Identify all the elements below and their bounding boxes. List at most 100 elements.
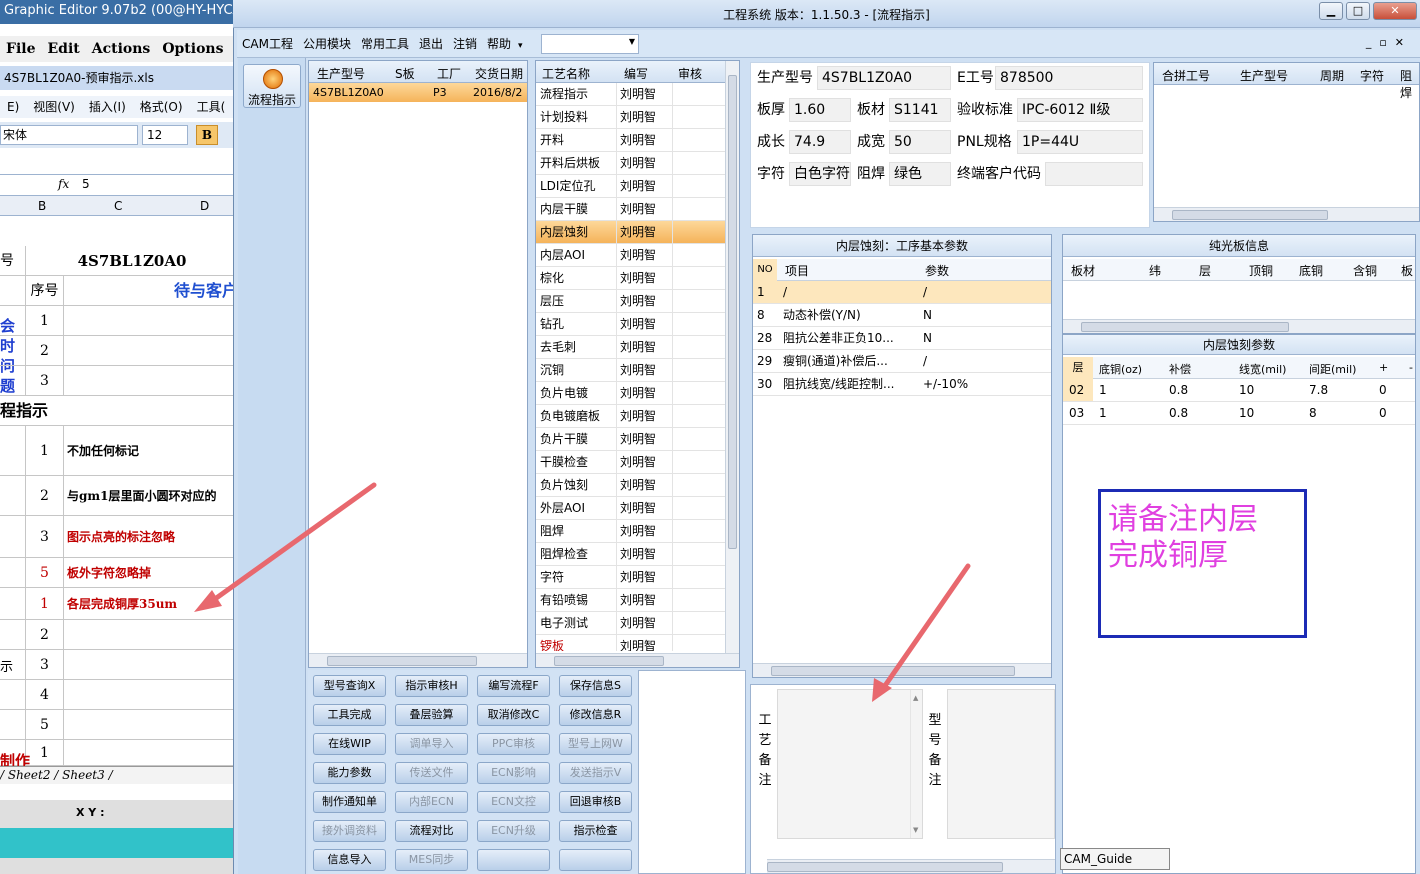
list-item[interactable]: 开料后烘板 刘明智: [536, 152, 725, 175]
field-thickness[interactable]: 1.60: [789, 98, 851, 122]
xl-menu-view[interactable]: 视图(V): [26, 96, 82, 118]
col-factory[interactable]: 工厂: [437, 65, 461, 82]
action-button[interactable]: [477, 849, 550, 871]
action-button[interactable]: ECN升级: [477, 820, 550, 842]
content-cell[interactable]: [64, 620, 238, 649]
action-button[interactable]: 内部ECN: [395, 791, 468, 813]
list-item[interactable]: 干膜检查 刘明智: [536, 451, 725, 474]
list-item[interactable]: 负片电镀 刘明智: [536, 382, 725, 405]
mdi-controls[interactable]: _▫✕: [1366, 36, 1412, 49]
content-cell[interactable]: [64, 710, 238, 739]
col-b-header[interactable]: B: [38, 199, 46, 213]
nav-process-button[interactable]: 流程指示: [243, 64, 301, 108]
xl-menu-tools[interactable]: 工具(: [190, 96, 233, 118]
xl-menu-format[interactable]: 格式(O): [133, 96, 190, 118]
action-button[interactable]: 型号查询X: [313, 675, 386, 697]
seq-cell[interactable]: 3: [26, 366, 64, 395]
list-item[interactable]: 内层蚀刻 刘明智: [536, 221, 725, 244]
col-c-header[interactable]: C: [114, 199, 122, 213]
list-item[interactable]: 锣板 刘明智: [536, 635, 725, 651]
action-button[interactable]: 型号上网W: [559, 733, 632, 755]
field-legend[interactable]: 白色字符: [789, 162, 851, 186]
process-hscrollbar[interactable]: [536, 653, 739, 667]
seq-cell[interactable]: 2: [26, 476, 64, 515]
col-plus[interactable]: +: [1379, 361, 1388, 374]
list-item[interactable]: 去毛刺 刘明智: [536, 336, 725, 359]
process-vscrollbar[interactable]: [725, 61, 739, 653]
content-cell[interactable]: [64, 366, 238, 395]
bold-button[interactable]: B: [196, 125, 218, 145]
action-button[interactable]: 工具完成: [313, 704, 386, 726]
pure-board-scrollbar[interactable]: [1063, 319, 1415, 333]
list-item[interactable]: 字符 刘明智: [536, 566, 725, 589]
scroll-thumb[interactable]: [767, 862, 1003, 872]
field-pnl[interactable]: 1P=44U: [1017, 130, 1143, 154]
action-button[interactable]: 取消修改C: [477, 704, 550, 726]
col-base-cu[interactable]: 底铜(oz): [1099, 361, 1142, 377]
list-item[interactable]: 内层干膜 刘明智: [536, 198, 725, 221]
col-spacing[interactable]: 间距(mil): [1309, 361, 1356, 377]
list-item[interactable]: 流程指示 刘明智: [536, 83, 725, 106]
content-cell[interactable]: 板外字符忽略掉: [64, 558, 238, 587]
action-button[interactable]: 在线WIP: [313, 733, 386, 755]
action-button[interactable]: PPC审核: [477, 733, 550, 755]
action-button[interactable]: [559, 849, 632, 871]
xl-menu-insert[interactable]: 插入(I): [82, 96, 133, 118]
model-remark-input[interactable]: [947, 689, 1055, 839]
field-mask[interactable]: 绿色: [889, 162, 951, 186]
content-cell[interactable]: [64, 650, 238, 679]
action-button[interactable]: 保存信息S: [559, 675, 632, 697]
list-item[interactable]: 沉铜 刘明智: [536, 359, 725, 382]
col-board[interactable]: 板材: [1071, 262, 1095, 279]
field-model[interactable]: 4S7BL1Z0A0: [817, 66, 951, 90]
seq-cell[interactable]: 5: [26, 558, 64, 587]
scroll-thumb[interactable]: [1081, 322, 1289, 332]
action-button[interactable]: ECN文控: [477, 791, 550, 813]
font-name-select[interactable]: 宋体: [0, 125, 138, 145]
field-material[interactable]: S1141: [889, 98, 951, 122]
remark-scrollbar[interactable]: ▲ ▼: [910, 690, 922, 838]
list-item[interactable]: 电子测试 刘明智: [536, 612, 725, 635]
content-cell[interactable]: 与gm1层里面小圆环对应的: [64, 476, 238, 515]
table-row[interactable]: 03 1 0.8 10 8 0: [1063, 402, 1415, 425]
action-button[interactable]: 传送文件: [395, 762, 468, 784]
list-item[interactable]: 阻焊 刘明智: [536, 520, 725, 543]
col-layer[interactable]: 层: [1199, 262, 1211, 279]
table-row[interactable]: 1 / /: [753, 281, 1051, 304]
action-button[interactable]: 信息导入: [313, 849, 386, 871]
seq-header[interactable]: 序号: [26, 276, 64, 305]
col-s-board[interactable]: S板: [395, 65, 415, 82]
content-cell[interactable]: 图示点亮的标注忽略: [64, 516, 238, 557]
field-length[interactable]: 74.9: [789, 130, 851, 154]
list-item[interactable]: 计划投料 刘明智: [536, 106, 725, 129]
action-button[interactable]: 编写流程F: [477, 675, 550, 697]
seq-cell[interactable]: 1: [26, 740, 64, 765]
content-cell[interactable]: 各层完成铜厚35um: [64, 588, 238, 619]
list-item[interactable]: 有铅喷锡 刘明智: [536, 589, 725, 612]
process-remark-input[interactable]: ▲ ▼: [777, 689, 923, 839]
action-button[interactable]: 能力参数: [313, 762, 386, 784]
seq-cell[interactable]: 1: [26, 426, 64, 475]
content-cell[interactable]: [64, 740, 238, 765]
sheet-tabs[interactable]: / Sheet2 / Sheet3 /: [0, 766, 238, 784]
action-button[interactable]: 流程对比: [395, 820, 468, 842]
table-row[interactable]: 4S7BL1Z0A0 P3 2016/8/2: [309, 83, 527, 102]
table-row[interactable]: 28 阻抗公差非正负10... N: [753, 327, 1051, 350]
menu-options[interactable]: Options: [156, 36, 229, 62]
seq-cell[interactable]: 3: [26, 516, 64, 557]
col-reviewer[interactable]: 审核: [678, 65, 702, 82]
table-row[interactable]: 30 阻抗线宽/线距控制... +/-10%: [753, 373, 1051, 396]
col-d-header[interactable]: D: [200, 199, 209, 213]
list-item[interactable]: 外层AOI 刘明智: [536, 497, 725, 520]
menu-help[interactable]: 帮助: [482, 30, 516, 58]
menu-edit[interactable]: Edit: [41, 36, 85, 62]
list-item[interactable]: 钻孔 刘明智: [536, 313, 725, 336]
scroll-thumb[interactable]: [771, 666, 1015, 676]
col-line-width[interactable]: 线宽(mil): [1239, 361, 1286, 377]
menu-public[interactable]: 公用模块: [298, 30, 356, 58]
action-button[interactable]: 叠层验算: [395, 704, 468, 726]
close-button[interactable]: ✕: [1373, 2, 1417, 20]
xl-menu-edit[interactable]: E): [0, 96, 26, 118]
menu-logout[interactable]: 注销: [448, 30, 482, 58]
seq-cell[interactable]: 2: [26, 620, 64, 649]
